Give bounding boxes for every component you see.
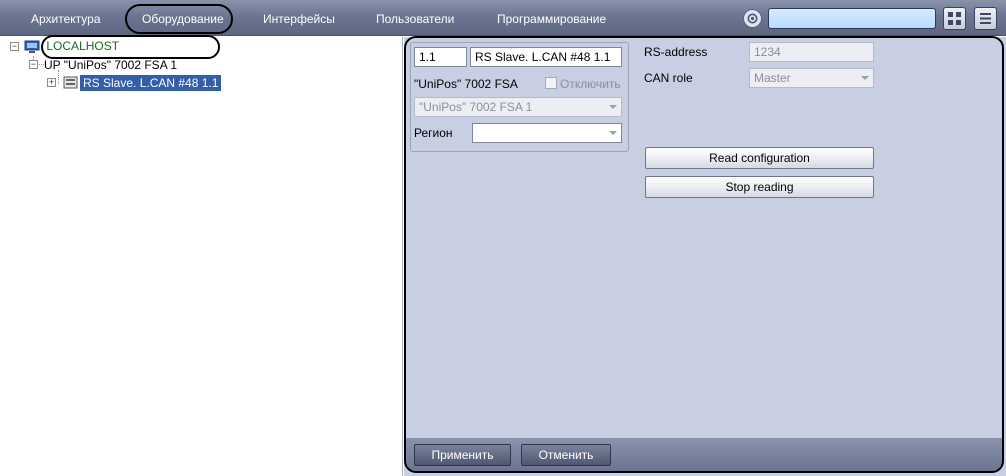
can-role-select[interactable]: Master bbox=[749, 68, 874, 88]
parent-device-value: "UniPos" 7002 FSA 1 bbox=[419, 100, 533, 114]
can-role-label: CAN role bbox=[644, 71, 693, 85]
tree-node-label: UP "UniPos" 7002 FSA 1 bbox=[44, 58, 178, 72]
parent-device-select[interactable]: "UniPos" 7002 FSA 1 bbox=[414, 97, 622, 117]
parent-type-label: "UniPos" 7002 FSA bbox=[414, 77, 518, 91]
top-menu-bar: Архитектура Оборудование Интерфейсы Поль… bbox=[0, 0, 1006, 36]
search-input[interactable] bbox=[768, 8, 936, 29]
chevron-down-icon bbox=[861, 76, 869, 80]
tab-architecture[interactable]: Архитектура bbox=[31, 11, 101, 27]
stop-reading-button[interactable]: Stop reading bbox=[645, 176, 874, 198]
can-role-value: Master bbox=[754, 71, 791, 85]
device-icon bbox=[63, 75, 78, 90]
read-configuration-button[interactable]: Read configuration bbox=[645, 147, 874, 169]
tree-node-rs-slave[interactable]: RS Slave. L.CAN #48 1.1 bbox=[80, 75, 222, 91]
region-label: Регион bbox=[414, 126, 453, 140]
collapse-root-toggle[interactable]: − bbox=[10, 42, 19, 51]
object-name-field[interactable]: RS Slave. L.CAN #48 1.1 bbox=[470, 47, 622, 67]
gear-icon[interactable] bbox=[743, 9, 762, 28]
apply-button[interactable]: Применить bbox=[414, 444, 511, 466]
disable-label: Отключить bbox=[560, 77, 621, 91]
tab-users[interactable]: Пользователи bbox=[376, 11, 454, 27]
object-id-field[interactable]: 1.1 bbox=[414, 47, 467, 67]
rs-address-label: RS-address bbox=[644, 45, 708, 59]
tree-node-label: LOCALHOST bbox=[46, 39, 120, 53]
tab-interfaces[interactable]: Интерфейсы bbox=[263, 11, 335, 27]
region-select[interactable] bbox=[472, 123, 622, 143]
computer-icon bbox=[24, 40, 40, 54]
chevron-down-icon bbox=[609, 131, 617, 135]
expand-selected-toggle[interactable]: + bbox=[47, 78, 56, 87]
collapse-child-toggle[interactable]: − bbox=[29, 60, 38, 69]
menu-list-icon[interactable] bbox=[974, 7, 997, 30]
layout-grid-icon[interactable] bbox=[943, 7, 966, 30]
tab-equipment[interactable]: Оборудование bbox=[142, 11, 224, 27]
chevron-down-icon bbox=[609, 105, 617, 109]
cancel-button[interactable]: Отменить bbox=[521, 444, 611, 466]
disable-checkbox[interactable] bbox=[545, 77, 557, 89]
tree-node-unipos[interactable]: UP "UniPos" 7002 FSA 1 bbox=[44, 57, 177, 73]
hardware-tree bbox=[0, 37, 403, 476]
tab-programming[interactable]: Программирование bbox=[497, 11, 606, 27]
tree-node-localhost[interactable]: LOCALHOST bbox=[24, 38, 119, 54]
rs-address-field[interactable]: 1234 bbox=[749, 42, 874, 62]
